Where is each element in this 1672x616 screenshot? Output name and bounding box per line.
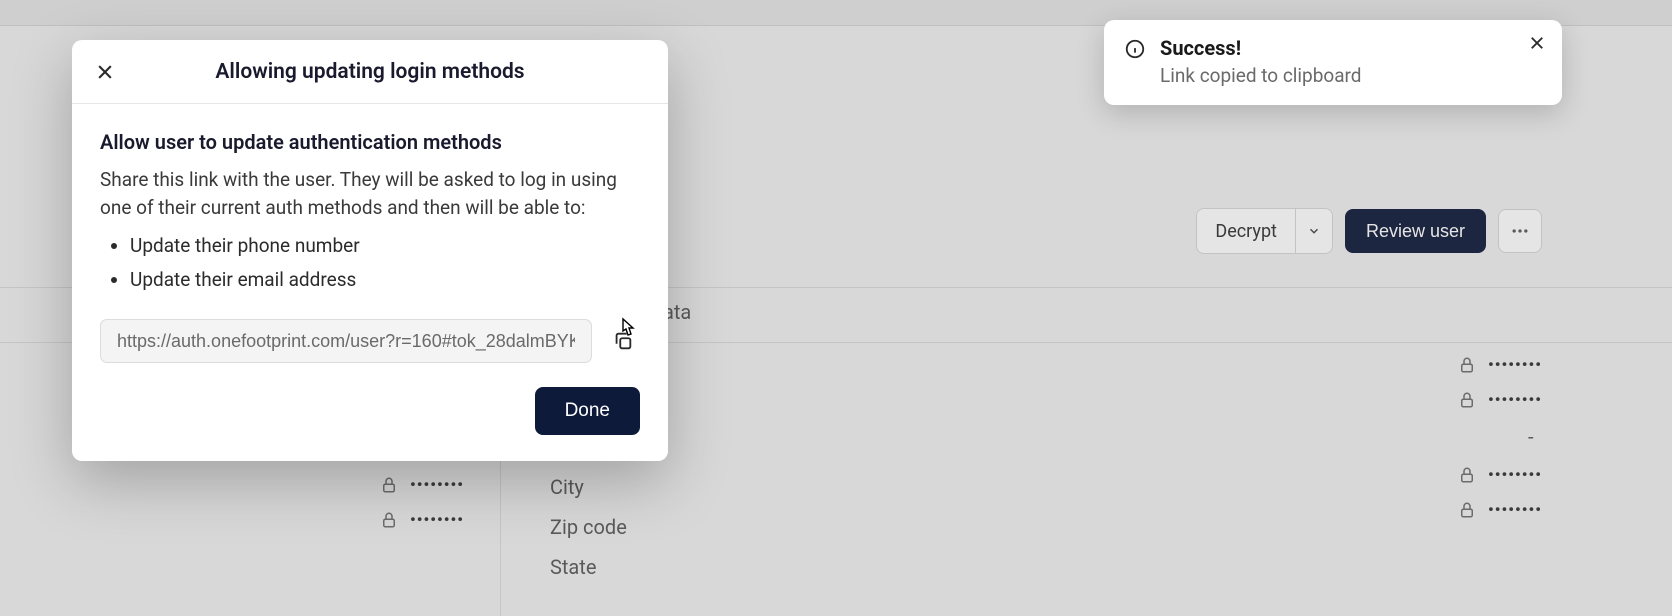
masked-value: •••••••• [1488,465,1542,484]
lock-icon [1458,356,1476,374]
toast-message: Link copied to clipboard [1160,64,1542,87]
bullet-email: Update their email address [130,263,640,297]
empty-value: - [1458,425,1534,449]
ellipsis-icon [1510,221,1530,241]
masked-row: •••••••• [380,475,464,494]
toast-body: Success! Link copied to clipboard [1160,36,1542,87]
modal-subtitle: Allow user to update authentication meth… [100,130,640,154]
masked-row: •••••••• [1458,500,1542,519]
masked-value: •••••••• [410,475,464,494]
modal-body: Allow user to update authentication meth… [72,104,668,387]
update-login-methods-modal: Allowing updating login methods Allow us… [72,40,668,461]
close-icon [95,62,115,82]
close-icon [1528,34,1546,52]
masked-value: •••••••• [1488,390,1542,409]
review-user-button[interactable]: Review user [1345,209,1486,253]
right-masked-values: •••••••• •••••••• - •••••••• •••••••• [1458,355,1542,519]
more-actions-button[interactable] [1498,209,1542,253]
decrypt-button-label: Decrypt [1197,209,1296,253]
toast-close-button[interactable] [1528,34,1546,52]
lock-icon [1458,466,1476,484]
masked-value: •••••••• [1488,500,1542,519]
share-link-input[interactable] [100,319,592,363]
close-button[interactable] [90,57,120,87]
page-actions: Decrypt Review user [1196,208,1542,254]
modal-bullet-list: Update their phone number Update their e… [100,229,640,297]
modal-description: Share this link with the user. They will… [100,166,640,221]
masked-row: •••••••• [380,510,464,529]
success-toast: Success! Link copied to clipboard [1104,20,1562,105]
toast-title: Success! [1160,36,1542,60]
masked-row: •••••••• [1458,355,1542,374]
lock-icon [380,511,398,529]
bullet-phone: Update their phone number [130,229,640,263]
masked-value: •••••••• [1488,355,1542,374]
masked-row: •••••••• [1458,465,1542,484]
masked-row: •••••••• [1458,390,1542,409]
modal-title: Allowing updating login methods [90,60,650,84]
lock-icon [380,476,398,494]
decrypt-split-button[interactable]: Decrypt [1196,208,1333,254]
info-icon [1124,38,1146,60]
copy-link-button[interactable] [606,324,640,358]
label-zip: Zip code [550,515,627,539]
chevron-down-icon[interactable] [1296,209,1332,253]
lock-icon [1458,501,1476,519]
label-city: City [550,475,627,499]
label-state: State [550,555,627,579]
copy-icon [612,330,634,352]
lock-icon [1458,391,1476,409]
left-masked-values: •••••••• •••••••• [380,475,464,529]
share-link-row [100,319,640,363]
address-labels: City Zip code State [550,475,627,579]
masked-value: •••••••• [410,510,464,529]
modal-footer: Done [72,387,668,461]
modal-header: Allowing updating login methods [72,40,668,104]
done-button[interactable]: Done [535,387,640,435]
